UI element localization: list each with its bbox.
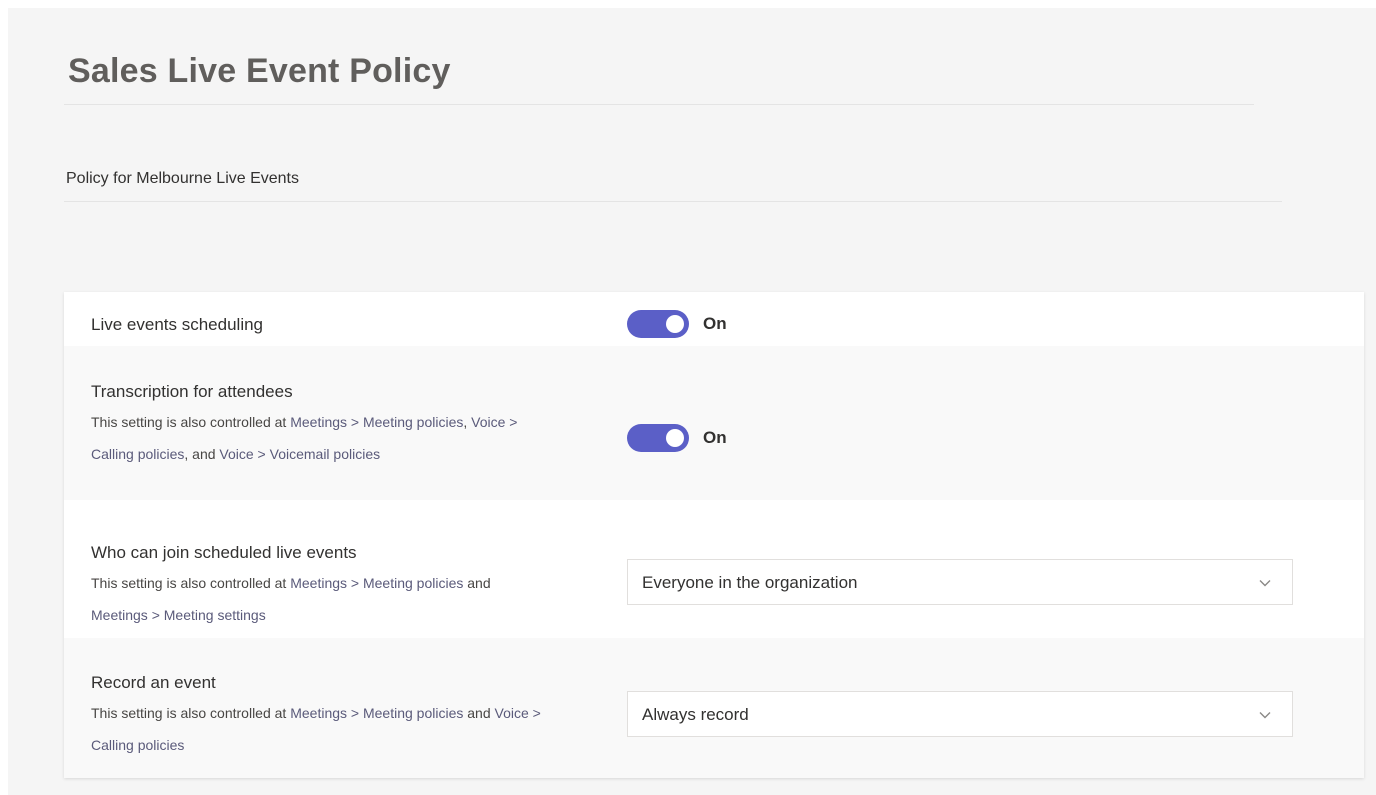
help-link[interactable]: Meetings > Meeting policies [290,705,463,721]
setting-row-who-can-join: Who can join scheduled live events This … [64,500,1364,638]
help-link[interactable]: Meetings > Meeting settings [91,607,266,623]
toggle-knob [666,429,684,447]
help-text: , [463,414,472,430]
help-text: This setting is also controlled at [91,705,291,721]
live-events-scheduling-toggle[interactable] [627,310,689,338]
setting-row-transcription: Transcription for attendees This setting… [64,346,1364,500]
help-text: and [463,575,491,591]
transcription-toggle[interactable] [627,424,689,452]
setting-help-text: This setting is also controlled at Meeti… [91,567,541,631]
setting-label: Who can join scheduled live events [91,543,357,562]
dropdown-value: Everyone in the organization [642,573,858,592]
setting-help-text: This setting is also controlled at Meeti… [91,406,541,470]
setting-row-record-event: Record an event This setting is also con… [64,638,1364,778]
settings-card: Live events scheduling On Transcription … [64,292,1364,778]
page-title: Sales Live Event Policy [68,52,451,90]
setting-label: Transcription for attendees [91,382,293,401]
help-text: and [463,705,495,721]
help-link[interactable]: Meetings > Meeting policies [290,575,463,591]
toggle-state-label: On [703,428,727,447]
description-divider [64,201,1282,202]
dropdown-value: Always record [642,705,749,724]
who-can-join-dropdown[interactable]: Everyone in the organization [627,559,1293,605]
chevron-down-icon [1259,580,1271,587]
setting-row-live-events-scheduling: Live events scheduling On [64,292,1364,346]
setting-label: Record an event [91,673,216,692]
help-link[interactable]: Meetings > Meeting policies [290,414,463,430]
help-text: This setting is also controlled at [91,414,291,430]
help-text: This setting is also controlled at [91,575,291,591]
toggle-knob [666,315,684,333]
help-text: , and [184,446,220,462]
chevron-down-icon [1259,712,1271,719]
policy-description: Policy for Melbourne Live Events [66,170,299,187]
help-link[interactable]: Voice > Voicemail policies [219,446,380,462]
toggle-state-label: On [703,314,727,333]
setting-help-text: This setting is also controlled at Meeti… [91,697,541,761]
record-event-dropdown[interactable]: Always record [627,691,1293,737]
setting-label: Live events scheduling [91,315,264,334]
title-divider [64,104,1254,105]
